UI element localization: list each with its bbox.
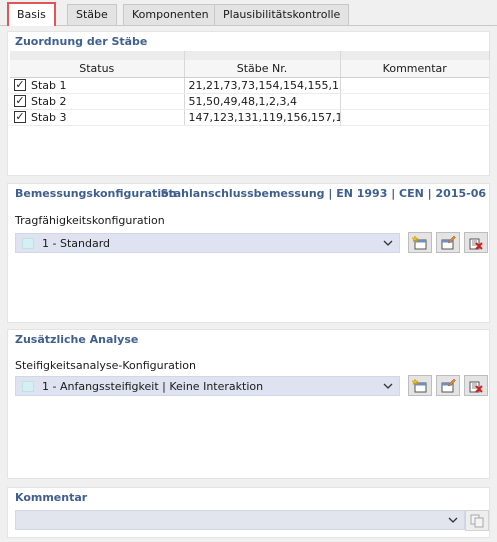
tab-komponenten[interactable]: Komponenten [123, 4, 218, 26]
chevron-down-icon [448, 517, 458, 523]
new-stiffness-config-button[interactable] [408, 375, 432, 396]
tab-label: Plausibilitätskontrolle [223, 8, 341, 21]
edit-config-button[interactable] [436, 232, 460, 253]
status-cell: Stab 3 [10, 109, 185, 126]
copy-icon [470, 514, 484, 528]
member-label: Stab 2 [31, 94, 67, 108]
edit-stiffness-config-button[interactable] [436, 375, 460, 396]
design-standard-label: Stahlanschlussbemessung | EN 1993 | CEN … [160, 187, 486, 200]
comment-section-title: Kommentar [15, 491, 88, 504]
table-row[interactable]: Stab 2 51,50,49,48,1,2,3,4 [10, 93, 489, 110]
chevron-down-icon [383, 383, 393, 389]
tab-label: Stäbe [76, 8, 108, 21]
tab-bar: Basis Stäbe Komponenten Plausibilitätsko… [0, 0, 497, 26]
chevron-down-icon [383, 240, 393, 246]
table-group-header [10, 51, 490, 60]
delete-config-icon [469, 238, 483, 250]
member-numbers-cell[interactable]: 51,50,49,48,1,2,3,4 [184, 93, 341, 110]
edit-config-icon [441, 235, 456, 250]
member-numbers-cell[interactable]: 147,123,131,119,156,157,1... [184, 109, 341, 126]
edit-config-icon [441, 378, 456, 393]
config-color-swatch [22, 238, 34, 249]
comment-input[interactable] [15, 510, 465, 530]
tab-staebe[interactable]: Stäbe [67, 4, 117, 26]
status-cell: Stab 1 [10, 77, 185, 94]
row-checkbox[interactable] [14, 110, 26, 123]
additional-analysis-section: Zusätzliche Analyse Steifigkeitsanalyse-… [7, 329, 490, 479]
ultimate-config-value: 1 - Standard [42, 237, 111, 250]
members-section: Zuordnung der Stäbe Status Stäbe Nr. Kom… [7, 31, 490, 176]
ultimate-config-select[interactable]: 1 - Standard [15, 233, 400, 253]
tab-label: Basis [17, 8, 46, 21]
tab-plausibilitaetskontrolle[interactable]: Plausibilitätskontrolle [214, 4, 350, 26]
config-color-swatch [22, 381, 34, 392]
additional-analysis-title: Zusätzliche Analyse [15, 333, 139, 346]
stiffness-config-select[interactable]: 1 - Anfangssteifigkeit | Keine Interakti… [15, 376, 400, 396]
table-header: Status Stäbe Nr. Kommentar [10, 60, 489, 78]
comment-cell[interactable] [340, 93, 489, 110]
delete-stiffness-config-button[interactable] [464, 375, 488, 396]
row-checkbox[interactable] [14, 94, 26, 107]
table-row[interactable]: Stab 1 21,21,73,73,154,154,155,155 [10, 77, 489, 94]
members-table: Status Stäbe Nr. Kommentar Stab 1 21,21,… [10, 51, 490, 126]
member-numbers-cell[interactable]: 21,21,73,73,154,154,155,155 [184, 77, 341, 94]
comment-cell[interactable] [340, 77, 489, 94]
column-header-status[interactable]: Status [10, 60, 185, 78]
comment-section: Kommentar [7, 487, 490, 538]
new-config-icon [412, 235, 427, 250]
ultimate-config-label: Tragfähigkeitskonfiguration [15, 214, 165, 227]
member-label: Stab 3 [31, 110, 67, 124]
copy-comment-button[interactable] [465, 510, 489, 531]
stiffness-config-label: Steifigkeitsanalyse-Konfiguration [15, 359, 196, 372]
delete-config-icon [469, 381, 483, 393]
status-cell: Stab 2 [10, 93, 185, 110]
column-header-member-numbers[interactable]: Stäbe Nr. [184, 60, 341, 78]
members-section-title: Zuordnung der Stäbe [15, 35, 148, 48]
delete-config-button[interactable] [464, 232, 488, 253]
new-config-button[interactable] [408, 232, 432, 253]
tab-basis[interactable]: Basis [7, 2, 56, 26]
design-config-section: Bemessungskonfiguration Stahlanschlussbe… [7, 183, 490, 323]
tab-label: Komponenten [132, 8, 209, 21]
table-row[interactable]: Stab 3 147,123,131,119,156,157,1... [10, 109, 489, 126]
row-checkbox[interactable] [14, 78, 26, 91]
comment-cell[interactable] [340, 109, 489, 126]
stiffness-config-value: 1 - Anfangssteifigkeit | Keine Interakti… [42, 380, 264, 393]
column-header-comment[interactable]: Kommentar [340, 60, 489, 78]
member-label: Stab 1 [31, 78, 67, 92]
design-config-title: Bemessungskonfiguration [15, 187, 177, 200]
new-config-icon [412, 378, 427, 393]
